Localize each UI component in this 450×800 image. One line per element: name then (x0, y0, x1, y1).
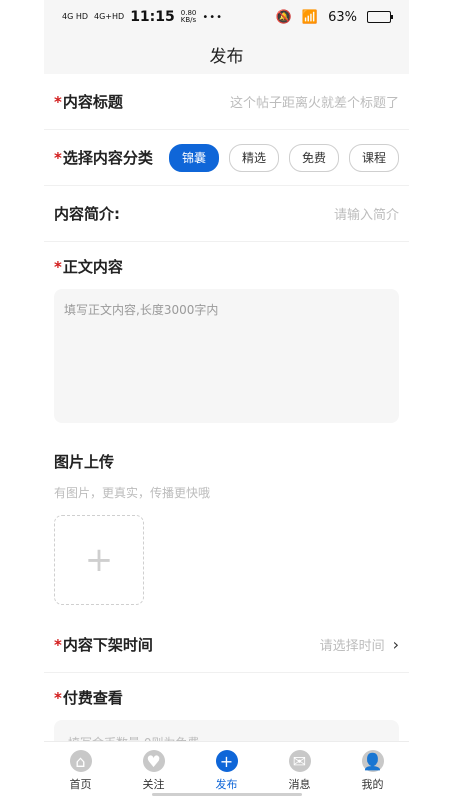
chevron-right-icon: › (392, 635, 399, 654)
paid-label: *付费查看 (54, 687, 399, 708)
tab-label: 我的 (361, 778, 384, 791)
expire-placeholder: 请选择时间 (319, 639, 385, 654)
page: 4G HD 4G+HD 11:15 0.80 KB/s ••• 🔕 📶 63% … (0, 0, 450, 800)
required-mark: * (54, 689, 62, 707)
page-header: 发布 (44, 34, 409, 74)
phone-screen: 4G HD 4G+HD 11:15 0.80 KB/s ••• 🔕 📶 63% … (44, 0, 409, 800)
category-chip[interactable]: 锦囊 (168, 143, 219, 172)
category-label-text: 选择内容分类 (62, 149, 153, 167)
tab-profile[interactable]: 👤 我的 (338, 750, 408, 792)
intro-input[interactable]: 请输入简介 (334, 204, 399, 223)
battery-icon (367, 11, 393, 23)
title-input[interactable]: 这个帖子距离火就差个标题了 (230, 92, 399, 111)
category-chips: 锦囊 精选 免费 课程 (168, 143, 399, 172)
status-right: 🔕 📶 63% (275, 9, 393, 25)
image-label: 图片上传 (54, 453, 115, 471)
heart-icon: ♥ (142, 750, 165, 772)
status-left: 4G HD 4G+HD 11:15 0.80 KB/s ••• (62, 9, 223, 25)
wifi-icon: 📶 (301, 9, 319, 25)
bell-off-icon: 🔕 (275, 9, 292, 25)
category-row: *选择内容分类 锦囊 精选 免费 课程 (44, 130, 409, 186)
tab-follow[interactable]: ♥ 关注 (119, 750, 189, 792)
home-icon: ⌂ (69, 750, 92, 772)
status-bar: 4G HD 4G+HD 11:15 0.80 KB/s ••• 🔕 📶 63% (44, 0, 409, 34)
category-chip[interactable]: 课程 (348, 143, 399, 172)
required-mark: * (54, 258, 62, 276)
battery-text: 63% (328, 9, 357, 25)
intro-label: 内容简介: (54, 205, 120, 223)
intro-row[interactable]: 内容简介: 请输入简介 (44, 186, 409, 242)
speed-unit: KB/s (180, 16, 197, 24)
page-title: 发布 (209, 46, 244, 67)
body-textarea[interactable]: 填写正文内容,长度3000字内 (54, 289, 399, 423)
title-row[interactable]: *内容标题 这个帖子距离火就差个标题了 (44, 74, 409, 130)
tab-messages[interactable]: ✉ 消息 (265, 750, 335, 792)
message-icon: ✉ (288, 750, 311, 772)
tab-label: 关注 (142, 778, 165, 791)
body-label: *正文内容 (54, 256, 399, 277)
image-hint: 有图片，更真实，传播更快哦 (54, 486, 211, 500)
tab-label: 首页 (69, 778, 92, 791)
tab-publish[interactable]: + 发布 (192, 750, 262, 792)
network-indicator-1: 4G HD (62, 12, 89, 21)
tab-label: 发布 (215, 778, 238, 791)
required-mark: * (54, 149, 62, 167)
tab-label: 消息 (288, 778, 311, 791)
speed-indicator: 0.80 KB/s (181, 10, 197, 24)
expire-label-text: 内容下架时间 (62, 636, 153, 654)
expire-label: *内容下架时间 (54, 634, 153, 655)
category-label: *选择内容分类 (54, 147, 153, 168)
image-upload-button[interactable]: + (54, 515, 144, 605)
expire-picker[interactable]: 请选择时间 › (320, 635, 399, 654)
category-chip[interactable]: 精选 (228, 143, 279, 172)
image-section: 图片上传 有图片，更真实，传播更快哦 + (44, 423, 409, 605)
title-label: *内容标题 (54, 91, 123, 112)
status-time: 11:15 (130, 9, 175, 25)
plus-icon: + (84, 540, 114, 580)
plus-icon: + (215, 750, 238, 772)
home-indicator (152, 793, 302, 796)
body-label-text: 正文内容 (62, 258, 123, 276)
required-mark: * (54, 93, 62, 111)
user-icon: 👤 (361, 750, 384, 772)
body-section: *正文内容 填写正文内容,长度3000字内 (44, 242, 409, 423)
bottom-tab-bar: ⌂ 首页 ♥ 关注 + 发布 ✉ 消息 👤 我的 (44, 741, 409, 800)
paid-label-text: 付费查看 (62, 689, 123, 707)
expire-row[interactable]: *内容下架时间 请选择时间 › (44, 617, 409, 673)
category-chip[interactable]: 免费 (288, 143, 339, 172)
required-mark: * (54, 636, 62, 654)
more-dots-icon: ••• (202, 11, 224, 23)
title-label-text: 内容标题 (62, 93, 123, 111)
network-indicator-2: 4G+HD (94, 12, 125, 21)
tab-home[interactable]: ⌂ 首页 (46, 750, 116, 792)
